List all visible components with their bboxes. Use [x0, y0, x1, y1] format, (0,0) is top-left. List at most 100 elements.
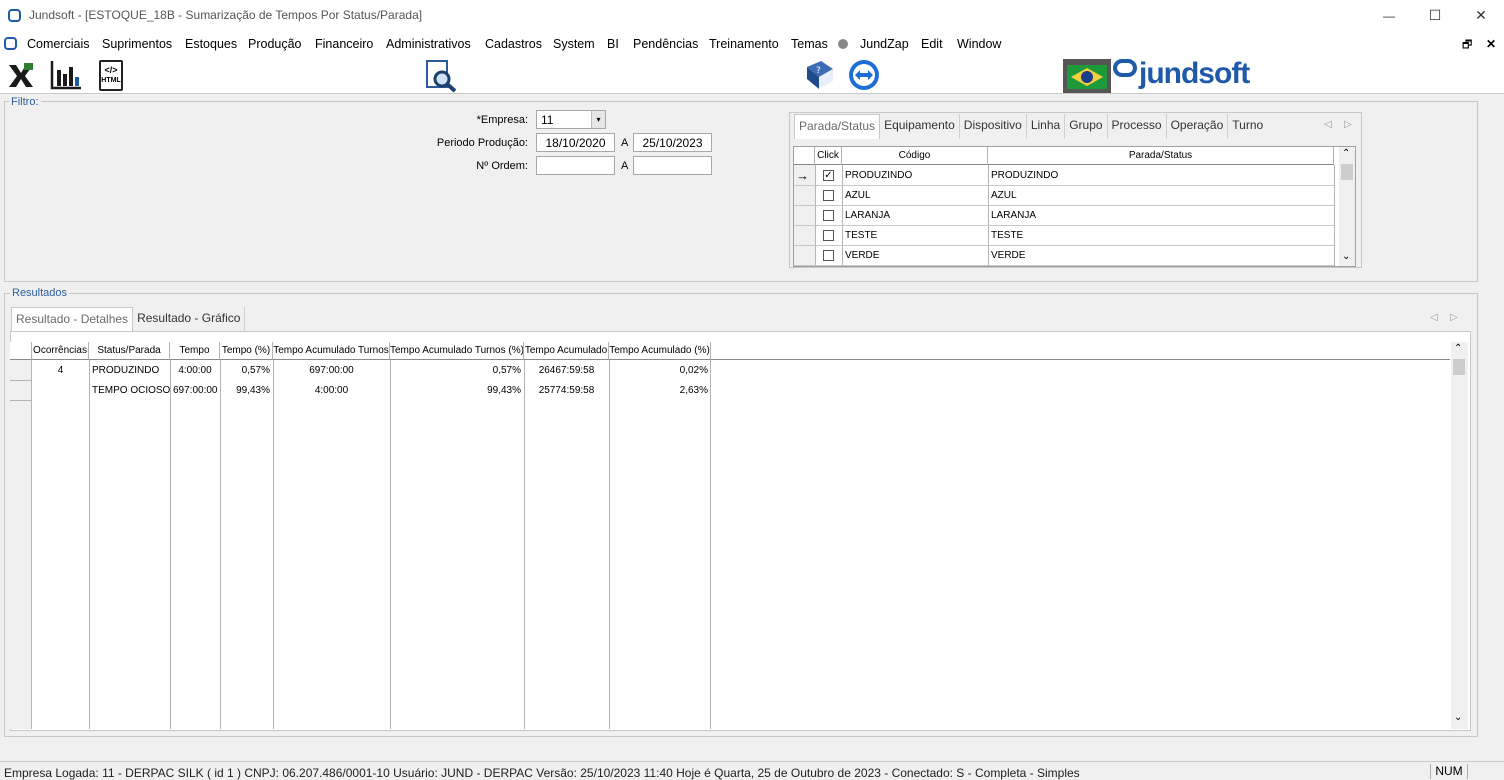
tab-resultado-detalhes[interactable]: Resultado - Detalhes — [11, 307, 134, 332]
results-header-tempo-acumulado[interactable]: Tempo Acumulado — [524, 342, 609, 360]
tab-grupo[interactable]: Grupo — [1065, 114, 1108, 139]
tab-linha[interactable]: Linha — [1027, 114, 1066, 139]
row-checkbox[interactable] — [823, 190, 834, 201]
tab-dispositivo[interactable]: Dispositivo — [960, 114, 1027, 139]
menu-comerciais[interactable]: Comerciais — [27, 37, 90, 51]
cell-parada-status[interactable]: TESTE — [988, 226, 1026, 246]
cell-codigo[interactable]: TESTE — [842, 226, 880, 246]
status-grid-scrollbar[interactable]: ⌃ ⌄ — [1339, 147, 1355, 266]
results-cell[interactable]: 25774:59:58 — [524, 381, 609, 401]
results-cell[interactable]: 0,57% — [220, 361, 273, 381]
results-header-tempo-acum-turnos[interactable]: Tempo Acumulado Turnos — [273, 342, 390, 360]
menu-suprimentos[interactable]: Suprimentos — [102, 37, 172, 51]
print-preview-icon[interactable] — [424, 59, 458, 93]
results-cell[interactable]: 0,02% — [609, 361, 711, 381]
html-export-icon[interactable]: </> HTML — [99, 60, 123, 91]
results-header-status-parada[interactable]: Status/Parada — [89, 342, 170, 360]
grid-header-codigo[interactable]: Código — [842, 147, 988, 165]
chevron-down-icon[interactable]: ▾ — [591, 111, 605, 128]
scroll-up-icon[interactable]: ⌃ — [1342, 148, 1350, 159]
results-cell[interactable]: PRODUZINDO — [89, 361, 170, 381]
scroll-down-icon[interactable]: ⌄ — [1454, 712, 1462, 723]
row-checkbox[interactable] — [823, 250, 834, 261]
row-checkbox[interactable] — [823, 230, 834, 241]
menu-estoques[interactable]: Estoques — [185, 37, 237, 51]
bar-chart-icon[interactable] — [50, 60, 82, 90]
scroll-up-icon[interactable]: ⌃ — [1454, 343, 1462, 354]
periodo-from-input[interactable]: 18/10/2020 — [536, 133, 615, 152]
results-cell[interactable]: 99,43% — [390, 381, 524, 401]
results-header-tempo-pct[interactable]: Tempo (%) — [220, 342, 273, 360]
cell-codigo[interactable]: VERDE — [842, 246, 882, 266]
menu-treinamento[interactable]: Treinamento — [709, 37, 779, 51]
results-cell[interactable]: 26467:59:58 — [524, 361, 609, 381]
menu-window[interactable]: Window — [957, 37, 1001, 51]
grid-header-parada-status[interactable]: Parada/Status — [988, 147, 1334, 165]
periodo-to-input[interactable]: 25/10/2023 — [633, 133, 712, 152]
tab-operacao[interactable]: Operação — [1167, 114, 1229, 139]
tab-processo[interactable]: Processo — [1108, 114, 1167, 139]
mdi-close-button[interactable]: ✕ — [1486, 37, 1496, 51]
cell-parada-status[interactable]: PRODUZINDO — [988, 166, 1061, 186]
menu-jundzap[interactable]: JundZap — [860, 37, 909, 51]
results-header-tempo[interactable]: Tempo — [170, 342, 220, 360]
results-cell[interactable]: 4:00:00 — [273, 381, 390, 401]
ordem-to-input[interactable] — [633, 156, 712, 175]
results-tab-scroll-left-icon[interactable]: ◁ — [1430, 312, 1438, 323]
teamviewer-icon[interactable] — [849, 60, 879, 90]
results-grid: Ocorrências Status/Parada Tempo Tempo (%… — [10, 342, 1468, 729]
scroll-thumb[interactable] — [1453, 359, 1465, 375]
results-header-ocorrencias[interactable]: Ocorrências — [32, 342, 89, 360]
results-cell[interactable]: TEMPO OCIOSO — [89, 381, 170, 401]
scroll-down-icon[interactable]: ⌄ — [1342, 251, 1350, 262]
cell-parada-status[interactable]: LARANJA — [988, 206, 1039, 226]
results-header-tempo-acumulado-pct[interactable]: Tempo Acumulado (%) — [609, 342, 711, 360]
menu-system[interactable]: System — [553, 37, 595, 51]
grid-header-click[interactable]: Click — [815, 147, 842, 165]
menu-pendencias[interactable]: Pendências — [633, 37, 698, 51]
menu-financeiro[interactable]: Financeiro — [315, 37, 373, 51]
cell-parada-status[interactable]: AZUL — [988, 186, 1020, 206]
close-button[interactable]: ✕ — [1458, 0, 1504, 31]
results-cell[interactable] — [32, 381, 89, 401]
help-book-icon[interactable]: ? — [803, 59, 835, 91]
cell-codigo[interactable]: AZUL — [842, 186, 874, 206]
cell-parada-status[interactable]: VERDE — [988, 246, 1028, 266]
results-cell[interactable]: 4 — [32, 361, 89, 381]
tab-turno[interactable]: Turno — [1228, 114, 1267, 139]
menu-cadastros[interactable]: Cadastros — [485, 37, 542, 51]
menu-edit[interactable]: Edit — [921, 37, 943, 51]
results-cell[interactable]: 0,57% — [390, 361, 524, 381]
mdi-restore-button[interactable]: 🗗 — [1462, 36, 1472, 55]
maximize-button[interactable]: ☐ — [1412, 0, 1458, 31]
cell-codigo[interactable]: PRODUZINDO — [842, 166, 915, 186]
menu-administrativos[interactable]: Administrativos — [386, 37, 471, 51]
results-tab-scroll-right-icon[interactable]: ▷ — [1450, 312, 1458, 323]
row-checkbox[interactable] — [823, 210, 834, 221]
tab-resultado-grafico[interactable]: Resultado - Gráfico — [133, 307, 246, 332]
tab-parada-status[interactable]: Parada/Status — [794, 114, 881, 139]
status-grid: Click Código Parada/Status → ✓ PRODUZIND… — [793, 146, 1356, 267]
cell-codigo[interactable]: LARANJA — [842, 206, 893, 226]
ordem-from-input[interactable] — [536, 156, 615, 175]
menu-producao[interactable]: Produção — [248, 37, 302, 51]
empresa-select[interactable]: 11 ▾ — [536, 110, 606, 129]
results-scrollbar[interactable]: ⌃ ⌄ — [1451, 342, 1468, 729]
minimize-button[interactable]: — — [1366, 0, 1412, 31]
menu-temas[interactable]: Temas — [791, 37, 828, 51]
mdi-app-icon — [4, 37, 17, 50]
excel-icon[interactable] — [7, 61, 35, 89]
tab-equipamento[interactable]: Equipamento — [880, 114, 960, 139]
results-cell[interactable]: 4:00:00 — [170, 361, 220, 381]
tab-scroll-right-icon[interactable]: ▷ — [1344, 119, 1352, 130]
tab-scroll-left-icon[interactable]: ◁ — [1324, 119, 1332, 130]
results-cell[interactable]: 697:00:00 — [273, 361, 390, 381]
results-cell[interactable]: 99,43% — [220, 381, 273, 401]
results-cell[interactable]: 2,63% — [609, 381, 711, 401]
scroll-thumb[interactable] — [1341, 164, 1353, 180]
menu-bi[interactable]: BI — [607, 37, 619, 51]
results-header-tempo-acum-turnos-pct[interactable]: Tempo Acumulado Turnos (%) — [390, 342, 524, 360]
results-cell[interactable]: 697:00:00 — [170, 381, 220, 401]
results-indicator-header — [10, 342, 32, 360]
row-checkbox[interactable]: ✓ — [823, 170, 834, 181]
